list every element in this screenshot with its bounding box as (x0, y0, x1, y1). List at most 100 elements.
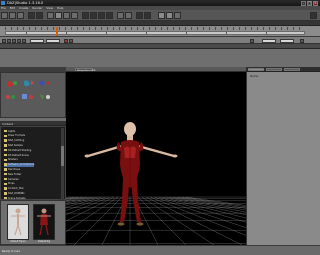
library-folder-label: Daz Poses (8, 167, 21, 171)
delete-key-button[interactable] (69, 38, 73, 43)
library-folder[interactable]: Poser Formats (4, 134, 25, 138)
floor-grid (66, 196, 246, 245)
library-folder-label: DAZ Sample (8, 143, 23, 147)
camera-zoom-button[interactable] (106, 11, 113, 19)
folder-icon (4, 144, 7, 147)
go-to-start-button[interactable] (2, 38, 6, 43)
undo-button[interactable] (28, 11, 35, 19)
3d-viewport[interactable] (66, 72, 246, 245)
library-folder-label: New Folder (8, 172, 22, 176)
viewport-scene (66, 122, 246, 245)
library-folder-label: DS Default Shading (8, 148, 32, 152)
frame-field-fps[interactable] (280, 38, 294, 43)
folder-icon (4, 134, 7, 138)
playback-controls (0, 37, 320, 44)
next-frame-button[interactable] (17, 38, 21, 43)
minimize-icon[interactable]: - (301, 0, 306, 6)
translate-tool-button[interactable] (55, 11, 62, 19)
library-folder[interactable]: DAZ Sample (4, 143, 23, 147)
render-button[interactable] (117, 11, 124, 19)
tree-scrollbar[interactable] (61, 128, 64, 200)
maximize-icon[interactable]: □ (307, 0, 312, 6)
folder-icon (4, 153, 7, 157)
library-folder[interactable]: Shaders (4, 158, 18, 162)
scale-tool-button[interactable] (71, 11, 78, 19)
close-icon[interactable]: × (313, 0, 318, 6)
library-folder[interactable]: DAZ_Clothing (4, 139, 24, 143)
loop-button[interactable] (250, 38, 254, 43)
timeline-options-button[interactable] (300, 38, 304, 43)
help-button[interactable] (174, 11, 181, 19)
library-folder[interactable]: DS Default Scene (4, 153, 29, 157)
library-folder[interactable]: New Folder (4, 172, 21, 176)
timeline-ruler (5, 27, 305, 30)
content-library-tree[interactable]: Lights Poser Formats DAZ_Clothing DAZ Sampl… (0, 126, 66, 200)
library-folder-label: Props (8, 182, 15, 186)
tab-scene[interactable] (248, 68, 264, 71)
right-panel: Name (246, 72, 320, 245)
frame-field-end[interactable] (262, 38, 276, 43)
folder-icon (4, 187, 7, 190)
folder-icon (4, 129, 7, 133)
camera-orbit-button[interactable] (90, 11, 97, 19)
pose-tool-button[interactable] (82, 11, 89, 19)
pose-tool-icons[interactable] (4, 79, 62, 111)
thumb-caption: Default Figure (10, 240, 26, 243)
figure-thumb-icon (11, 208, 25, 236)
light-button[interactable] (136, 11, 143, 19)
content-library-title: Content (2, 121, 14, 126)
library-folder[interactable]: DS Default Shading (4, 148, 31, 152)
folder-icon (4, 172, 7, 176)
library-folder-label: Lights (8, 129, 16, 133)
figure-thumb-icon (37, 208, 51, 236)
new-scene-button[interactable] (1, 11, 8, 19)
library-folder[interactable]: Daz Poses (4, 167, 20, 171)
figure-button[interactable] (158, 11, 165, 19)
record-key-button[interactable] (64, 38, 68, 43)
current-frame-marker[interactable] (56, 27, 58, 36)
camera-button[interactable] (144, 11, 151, 19)
render-settings-button[interactable] (125, 11, 132, 19)
library-folder-label: Poser Formats (8, 134, 25, 138)
save-button[interactable] (17, 11, 24, 19)
open-button[interactable] (9, 11, 16, 19)
rotate-tool-button[interactable] (63, 11, 70, 19)
frame-field-current[interactable] (46, 38, 60, 43)
thumb-caption: Default Rig (37, 240, 51, 243)
thumb-default-rig[interactable]: Default Rig (33, 204, 55, 243)
library-folder-label: DAZ_Clothing (8, 139, 25, 143)
library-folder-label: Content_Hub (8, 187, 24, 191)
redo-button[interactable] (36, 11, 43, 19)
tab-surfaces[interactable] (284, 68, 300, 71)
play-button[interactable] (12, 38, 16, 43)
library-folder[interactable]: Cameras (4, 177, 19, 181)
frame-field-start[interactable] (30, 38, 44, 43)
thumb-default-figure[interactable]: Default Figure (7, 204, 29, 243)
timeline-scrubber[interactable] (5, 31, 305, 35)
prop-button[interactable] (166, 11, 173, 19)
library-folder-label: Cameras (8, 177, 19, 181)
library-folder-label: DS Default Scene (8, 153, 29, 157)
tab-parameters[interactable] (266, 68, 282, 71)
app-icon (1, 1, 5, 5)
folder-icon (4, 148, 7, 152)
library-folder[interactable]: Content_Hub (4, 187, 24, 191)
go-to-end-button[interactable] (22, 38, 26, 43)
main-toolbar (0, 10, 320, 21)
previous-frame-button[interactable] (7, 38, 11, 43)
timeline-track[interactable] (0, 26, 320, 37)
select-tool-button[interactable] (47, 11, 54, 19)
library-folder[interactable]: Lights (4, 129, 15, 133)
folder-icon (4, 158, 7, 162)
folder-icon (4, 168, 7, 171)
folder-icon (4, 163, 7, 166)
library-folder[interactable]: Software_Architecture (4, 162, 35, 167)
library-folder[interactable]: DAZ_DOMINO (4, 191, 24, 195)
status-bar: Ready to load (0, 245, 320, 255)
library-folder[interactable]: Props (4, 182, 15, 186)
viewport-tab[interactable]: Perspective View (75, 68, 96, 72)
layout-button[interactable] (310, 11, 317, 19)
folder-icon (4, 177, 7, 181)
tools-panel (0, 72, 66, 118)
camera-pan-button[interactable] (98, 11, 105, 19)
